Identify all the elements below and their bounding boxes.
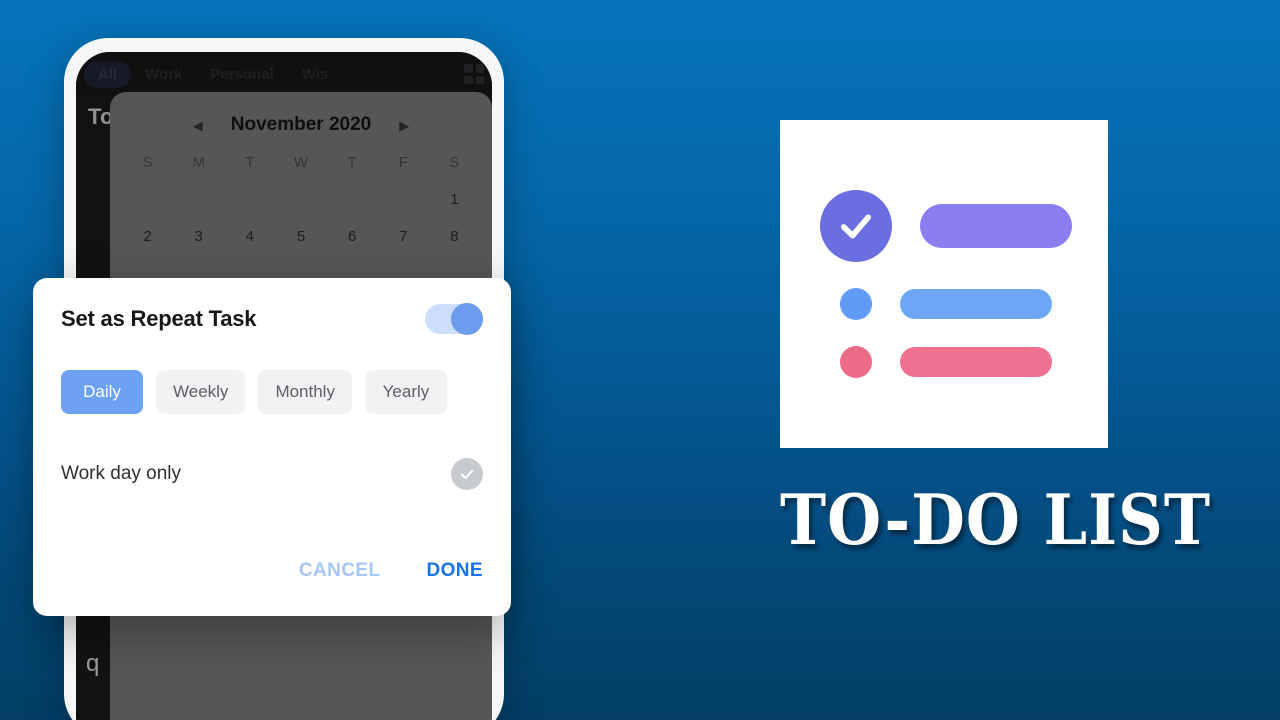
logo-bar-purple	[920, 204, 1072, 248]
calendar-day[interactable]: 1	[429, 191, 480, 208]
logo-row-completed	[820, 190, 1108, 262]
grid-cell	[464, 64, 473, 73]
calendar-day[interactable]: 4	[224, 228, 275, 245]
grid-cell	[475, 75, 484, 84]
day-initial: S	[142, 154, 153, 171]
calendar-week-row: 1	[110, 191, 492, 208]
tab-all[interactable]: All	[84, 60, 132, 88]
frequency-chip-daily[interactable]: Daily	[61, 370, 143, 414]
day-initial: M	[192, 154, 205, 171]
repeat-dialog-header: Set as Repeat Task	[61, 303, 483, 335]
logo-bar-pink	[900, 347, 1052, 377]
logo-row-second	[820, 288, 1108, 320]
logo-bar-blue	[900, 289, 1052, 319]
day-initial: T	[245, 154, 255, 171]
calendar-day[interactable]	[122, 191, 173, 208]
calendar-header: ◀ November 2020 ▶	[110, 92, 492, 136]
repeat-toggle-switch[interactable]	[425, 303, 483, 335]
tab-personal[interactable]: Personal	[196, 61, 287, 88]
frequency-chip-group: Daily Weekly Monthly Yearly	[61, 370, 483, 414]
cancel-button[interactable]: CANCEL	[299, 560, 381, 582]
brand-block: TO-DO LIST	[780, 120, 1210, 555]
check-circle-icon	[820, 190, 892, 262]
logo-bullet-pink	[840, 346, 872, 378]
calendar-day[interactable]	[378, 191, 429, 208]
grid-cell	[464, 75, 473, 84]
calendar-day[interactable]: 5	[275, 228, 326, 245]
frequency-chip-weekly[interactable]: Weekly	[156, 370, 246, 414]
app-tab-bar: All Work Personal Wis	[76, 52, 492, 96]
calendar-day[interactable]: 7	[378, 228, 429, 245]
done-button[interactable]: DONE	[427, 560, 484, 582]
day-initial: F	[398, 154, 408, 171]
frequency-chip-monthly[interactable]: Monthly	[258, 370, 352, 414]
tab-wishlist[interactable]: Wis	[288, 61, 343, 88]
grid-cell	[475, 64, 484, 73]
workday-only-label: Work day only	[61, 463, 182, 484]
workday-only-row[interactable]: Work day only	[61, 458, 483, 490]
frequency-chip-yearly[interactable]: Yearly	[364, 370, 447, 414]
dialog-action-bar: CANCEL DONE	[299, 560, 483, 582]
calendar-day-initials: S M T W T F S	[110, 154, 492, 171]
tab-work[interactable]: Work	[131, 61, 196, 88]
calendar-prev-month-icon[interactable]: ◀	[193, 119, 203, 132]
workday-only-checkbox[interactable]	[451, 458, 483, 490]
calendar-next-month-icon[interactable]: ▶	[399, 119, 409, 132]
brand-title: TO-DO LIST	[780, 479, 1212, 562]
calendar-month-title: November 2020	[230, 114, 372, 135]
day-initial: T	[347, 154, 357, 171]
calendar-day[interactable]	[173, 191, 224, 208]
check-icon	[460, 469, 474, 480]
repeat-dialog-title: Set as Repeat Task	[61, 306, 257, 331]
calendar-week-row: 2 3 4 5 6 7 8	[110, 228, 492, 245]
todo-logo-card	[780, 120, 1108, 448]
calendar-day[interactable]	[327, 191, 378, 208]
calendar-day[interactable]: 3	[173, 228, 224, 245]
calendar-day[interactable]: 8	[429, 228, 480, 245]
logo-bullet-blue	[840, 288, 872, 320]
calendar-day[interactable]	[224, 191, 275, 208]
check-icon	[840, 214, 872, 239]
calendar-day[interactable]	[275, 191, 326, 208]
logo-row-third	[820, 346, 1108, 378]
toggle-knob	[451, 303, 483, 335]
day-initial: S	[449, 154, 460, 171]
repeat-task-dialog: Set as Repeat Task Daily Weekly Monthly …	[33, 278, 511, 616]
grid-view-icon[interactable]	[464, 64, 484, 84]
calendar-day[interactable]: 6	[327, 228, 378, 245]
day-initial: W	[293, 154, 309, 171]
calendar-day[interactable]: 2	[122, 228, 173, 245]
